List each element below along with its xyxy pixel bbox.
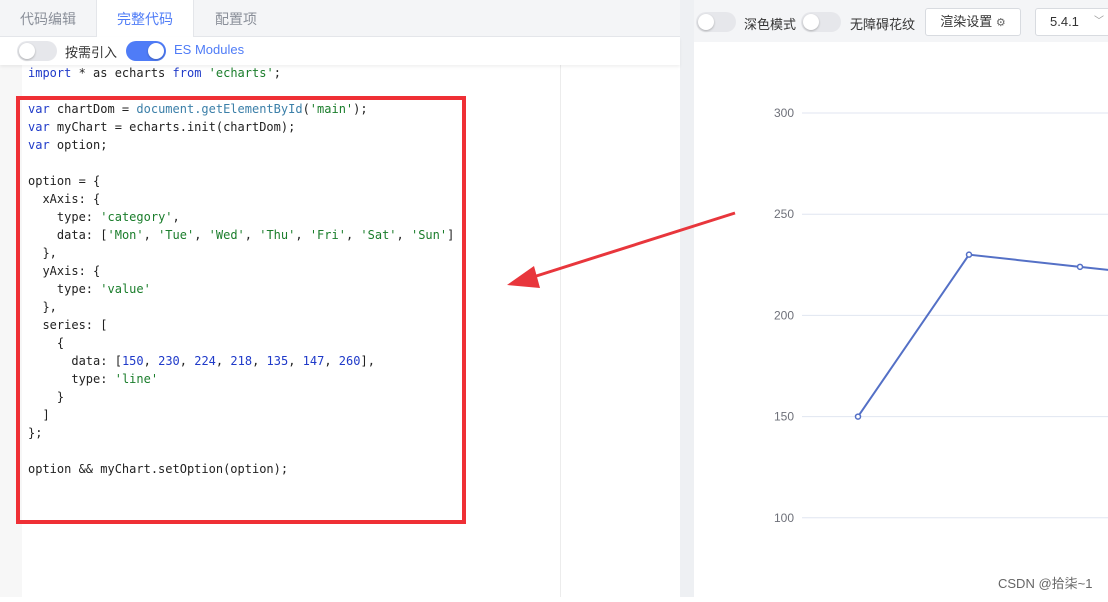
code-options-bar: 按需引入 ES Modules	[0, 37, 680, 65]
toggle-knob	[19, 43, 35, 59]
y-tick-label: 100	[774, 511, 794, 525]
toggle-knob	[803, 14, 819, 30]
code-line: var option;	[28, 138, 107, 152]
toggle-knob	[148, 43, 164, 59]
es-modules-label: ES Modules	[174, 42, 244, 57]
version-select[interactable]: 5.4.1 ﹀	[1035, 8, 1108, 36]
tab-config[interactable]: 配置项	[192, 0, 280, 36]
code-line: type: 'category',	[28, 210, 180, 224]
code-line: series: [	[28, 318, 107, 332]
line-chart: 100 150 200 250 300	[694, 42, 1108, 597]
code-block[interactable]: import * as echarts from 'echarts'; var …	[28, 64, 454, 478]
dark-mode-label: 深色模式	[744, 14, 796, 33]
code-line: option = {	[28, 174, 100, 188]
gear-icon: ⚙	[996, 17, 1006, 29]
code-line: data: ['Mon', 'Tue', 'Wed', 'Thu', 'Fri'…	[28, 228, 454, 242]
es-modules-toggle[interactable]	[126, 41, 166, 61]
code-line: import * as echarts from 'echarts';	[28, 66, 281, 80]
code-line: yAxis: {	[28, 264, 100, 278]
csdn-watermark: CSDN @拾柒~1	[998, 573, 1092, 592]
on-demand-label: 按需引入	[65, 42, 117, 61]
code-line: }	[28, 390, 64, 404]
code-line: {	[28, 336, 64, 350]
data-point-wed[interactable]	[1078, 264, 1083, 269]
y-tick-label: 300	[774, 106, 794, 120]
code-line: data: [150, 230, 224, 218, 135, 147, 260…	[28, 354, 375, 368]
y-axis-labels: 100 150 200 250 300	[774, 106, 794, 525]
render-settings-label: 渲染设置	[940, 14, 992, 29]
tab-code-edit[interactable]: 代码编辑	[0, 0, 96, 36]
dark-mode-toggle[interactable]	[696, 12, 736, 32]
code-line: type: 'value'	[28, 282, 151, 296]
accessibility-toggle[interactable]	[801, 12, 841, 32]
y-tick-label: 200	[774, 308, 794, 322]
preview-toolbar: 深色模式 无障碍花纹 渲染设置 ⚙ 5.4.1 ﹀	[694, 0, 1108, 42]
code-line: };	[28, 426, 42, 440]
toggle-knob	[698, 14, 714, 30]
chevron-down-icon: ﹀	[1094, 9, 1104, 35]
data-point-tue[interactable]	[967, 252, 972, 257]
code-line: var chartDom = document.getElementById('…	[28, 102, 368, 116]
code-line: ]	[28, 408, 50, 422]
code-line: var myChart = echarts.init(chartDom);	[28, 120, 295, 134]
code-editor-pane: 代码编辑 完整代码 配置项 按需引入 ES Modules import * a…	[0, 0, 680, 597]
accessibility-label: 无障碍花纹	[850, 14, 915, 33]
chart-preview: 100 150 200 250 300	[694, 42, 1108, 597]
render-settings-button[interactable]: 渲染设置 ⚙	[925, 8, 1021, 36]
on-demand-toggle[interactable]	[17, 41, 57, 61]
pane-splitter[interactable]	[680, 0, 694, 597]
series-points	[856, 191, 1108, 449]
y-tick-label: 250	[774, 207, 794, 221]
code-line: xAxis: {	[28, 192, 100, 206]
version-label: 5.4.1	[1036, 14, 1079, 29]
y-tick-label: 150	[774, 410, 794, 424]
grid-lines	[802, 113, 1108, 518]
print-margin-line	[560, 65, 561, 597]
code-line: option && myChart.setOption(option);	[28, 462, 288, 476]
line-gutter	[0, 65, 22, 597]
series-line	[858, 194, 1108, 447]
code-line: type: 'line'	[28, 372, 158, 386]
code-line: },	[28, 246, 57, 260]
editor-tabs: 代码编辑 完整代码 配置项	[0, 0, 680, 37]
data-point-mon[interactable]	[856, 414, 861, 419]
code-line: },	[28, 300, 57, 314]
tab-full-code[interactable]: 完整代码	[96, 0, 194, 37]
